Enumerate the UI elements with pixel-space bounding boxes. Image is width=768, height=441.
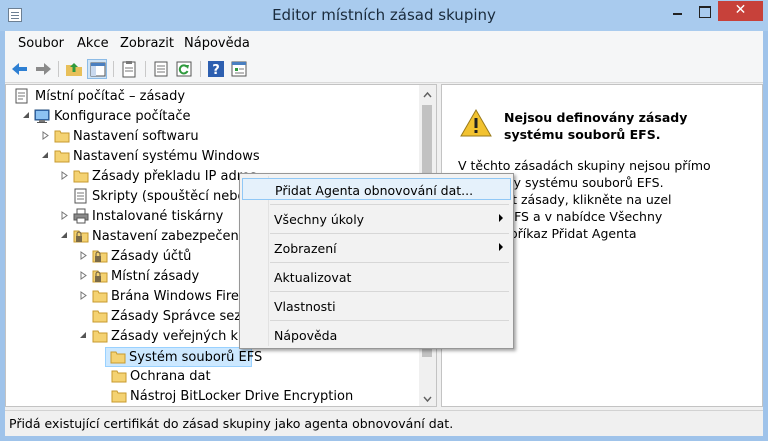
collapsed-arrow-icon[interactable] [79, 271, 88, 280]
scroll-up-icon[interactable] [423, 89, 432, 98]
collapsed-arrow-icon[interactable] [60, 211, 69, 220]
toolbar: ? [5, 55, 763, 83]
menu-item-label: Aktualizovat [274, 270, 352, 285]
menu-item-label: Přidat Agenta obnovování dat... [275, 183, 474, 198]
menu-item-label: Všechny úkoly [274, 212, 365, 227]
computer-policy-icon [14, 88, 30, 104]
menu-item-refresh[interactable]: Aktualizovat [242, 266, 511, 288]
tree-label: Skripty (spouštěcí nebo u [92, 189, 258, 204]
tree-label: Nástroj BitLocker Drive Encryption [130, 389, 354, 404]
menu-item-properties[interactable]: Vlastnosti [242, 295, 511, 317]
tree-label: Nastavení softwaru [73, 129, 199, 144]
details-line: V těchto zásadách skupiny nejsou přímo [458, 158, 711, 173]
status-bar: Přidá existující certifikát do zásad sku… [5, 410, 763, 436]
expanded-arrow-icon[interactable] [41, 151, 50, 160]
context-menu: Přidat Agenta obnovování dat... Všechny … [239, 173, 514, 349]
properties-icon[interactable] [229, 59, 249, 79]
printer-icon [73, 208, 89, 224]
warning-icon [460, 108, 492, 137]
folder-icon [54, 148, 70, 164]
tree-label: Konfigurace počítače [54, 109, 191, 124]
script-icon [73, 188, 89, 204]
window-title: Editor místních zásad skupiny [272, 6, 496, 24]
collapsed-arrow-icon[interactable] [79, 291, 88, 300]
tree-label: Ochrana dat [130, 369, 211, 384]
back-arrow-icon[interactable] [10, 59, 30, 79]
app-window: Editor místních zásad skupiny ✕ Soubor A… [0, 0, 768, 441]
tree-node-bitlocker[interactable]: Nástroj BitLocker Drive Encryption [10, 387, 410, 406]
tree-label: Nastavení systému Windows [73, 149, 260, 164]
folder-icon [111, 368, 127, 384]
close-button[interactable]: ✕ [718, 1, 763, 21]
folder-icon [111, 388, 127, 404]
folder-icon [92, 308, 108, 324]
collapsed-arrow-icon[interactable] [41, 131, 50, 140]
security-folder-icon [92, 268, 108, 284]
export-list-icon[interactable] [151, 59, 171, 79]
menu-item-all-tasks[interactable]: Všechny úkoly [242, 208, 511, 230]
menu-akce[interactable]: Akce [77, 36, 109, 51]
menu-item-view[interactable]: Zobrazení [242, 237, 511, 259]
collapsed-arrow-icon[interactable] [60, 171, 69, 180]
details-heading: Nejsou definovány zásady systému souborů… [504, 110, 688, 142]
security-folder-icon [92, 248, 108, 264]
menu-item-label: Vlastnosti [274, 299, 336, 314]
minimize-button[interactable] [664, 1, 691, 21]
tree-label: Systém souborů EFS [129, 350, 263, 365]
scroll-down-icon[interactable] [423, 392, 432, 403]
refresh-icon[interactable] [174, 59, 194, 79]
tree-node-local-computer-policy[interactable]: Místní počítač – zásady [10, 87, 410, 107]
tree-label: Instalované tiskárny [92, 209, 224, 224]
tree-label: Zásady překladu IP adres [92, 169, 257, 184]
menu-bar: Soubor Akce Zobrazit Nápověda [5, 31, 763, 55]
folder-icon [73, 168, 89, 184]
maximize-button[interactable] [691, 1, 718, 21]
menu-zobrazit[interactable]: Zobrazit [120, 36, 174, 51]
expanded-arrow-icon[interactable] [79, 331, 88, 340]
status-text: Přidá existující certifikát do zásad sku… [9, 416, 454, 431]
folder-icon [110, 349, 126, 365]
submenu-arrow-icon [499, 214, 503, 222]
tree-label: Brána Windows Firewa [111, 289, 258, 304]
menu-soubor[interactable]: Soubor [18, 36, 64, 51]
menu-item-label: Zobrazení [274, 241, 337, 256]
tree-label: Zásady účtů [111, 249, 192, 264]
tree-node-software-settings[interactable]: Nastavení softwaru [10, 127, 410, 147]
folder-icon [92, 288, 108, 304]
folder-icon [54, 128, 70, 144]
computer-icon [34, 108, 50, 124]
tree-node-data-protection[interactable]: Ochrana dat [10, 367, 410, 387]
tree-label: Zásady Správce sezna [111, 309, 258, 324]
show-hide-tree-icon[interactable] [87, 59, 107, 79]
svg-text:?: ? [212, 63, 220, 78]
submenu-arrow-icon [499, 243, 503, 251]
collapsed-arrow-icon[interactable] [79, 251, 88, 260]
tree-node-computer-configuration[interactable]: Konfigurace počítače [10, 107, 410, 127]
expanded-arrow-icon[interactable] [60, 231, 69, 240]
tree-label: Nastavení zabezpečení [92, 229, 243, 244]
tree-label: Místní počítač – zásady [35, 89, 186, 104]
help-icon[interactable]: ? [206, 59, 226, 79]
expanded-arrow-icon[interactable] [22, 111, 31, 120]
title-bar[interactable]: Editor místních zásad skupiny ✕ [0, 0, 768, 31]
security-folder-icon [73, 228, 89, 244]
menu-item-help[interactable]: Nápověda [242, 324, 511, 346]
forward-arrow-icon[interactable] [33, 59, 53, 79]
menu-item-label: Nápověda [274, 328, 338, 343]
menu-item-add-recovery-agent[interactable]: Přidat Agenta obnovování dat... [242, 178, 511, 200]
menu-napoveda[interactable]: Nápověda [184, 36, 250, 51]
tree-node-efs[interactable]: Systém souborů EFS [105, 347, 262, 367]
tree-node-windows-settings[interactable]: Nastavení systému Windows [10, 147, 410, 167]
folder-up-icon[interactable] [64, 59, 84, 79]
folder-icon [92, 328, 108, 344]
tree-label: Místní zásady [111, 269, 200, 284]
clipboard-icon[interactable] [119, 59, 139, 79]
